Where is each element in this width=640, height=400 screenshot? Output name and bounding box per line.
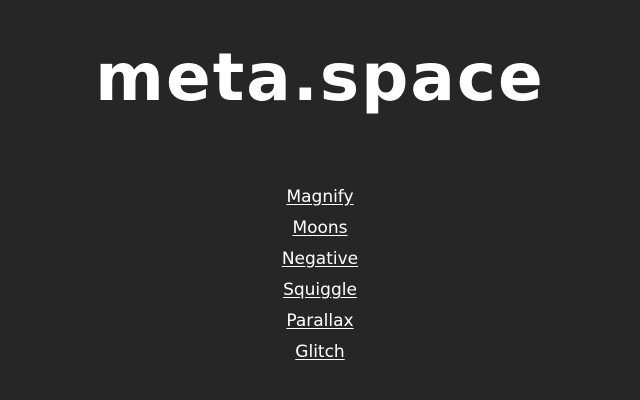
moons-link[interactable]: Moons bbox=[292, 218, 347, 238]
menu-item: Negative bbox=[0, 246, 640, 277]
menu-item: Moons bbox=[0, 215, 640, 246]
menu-item: Squiggle bbox=[0, 277, 640, 308]
magnify-link[interactable]: Magnify bbox=[286, 187, 353, 207]
menu-item: Glitch bbox=[0, 339, 640, 370]
demo-menu: Magnify Moons Negative Squiggle Parallax… bbox=[0, 184, 640, 370]
site-title: meta.space bbox=[95, 39, 545, 116]
glitch-link[interactable]: Glitch bbox=[295, 342, 344, 362]
negative-link[interactable]: Negative bbox=[282, 249, 358, 269]
menu-item: Magnify bbox=[0, 184, 640, 215]
menu-item: Parallax bbox=[0, 308, 640, 339]
squiggle-link[interactable]: Squiggle bbox=[283, 280, 357, 300]
parallax-link[interactable]: Parallax bbox=[286, 311, 353, 331]
page: meta.space Magnify Moons Negative Squigg… bbox=[0, 0, 640, 400]
